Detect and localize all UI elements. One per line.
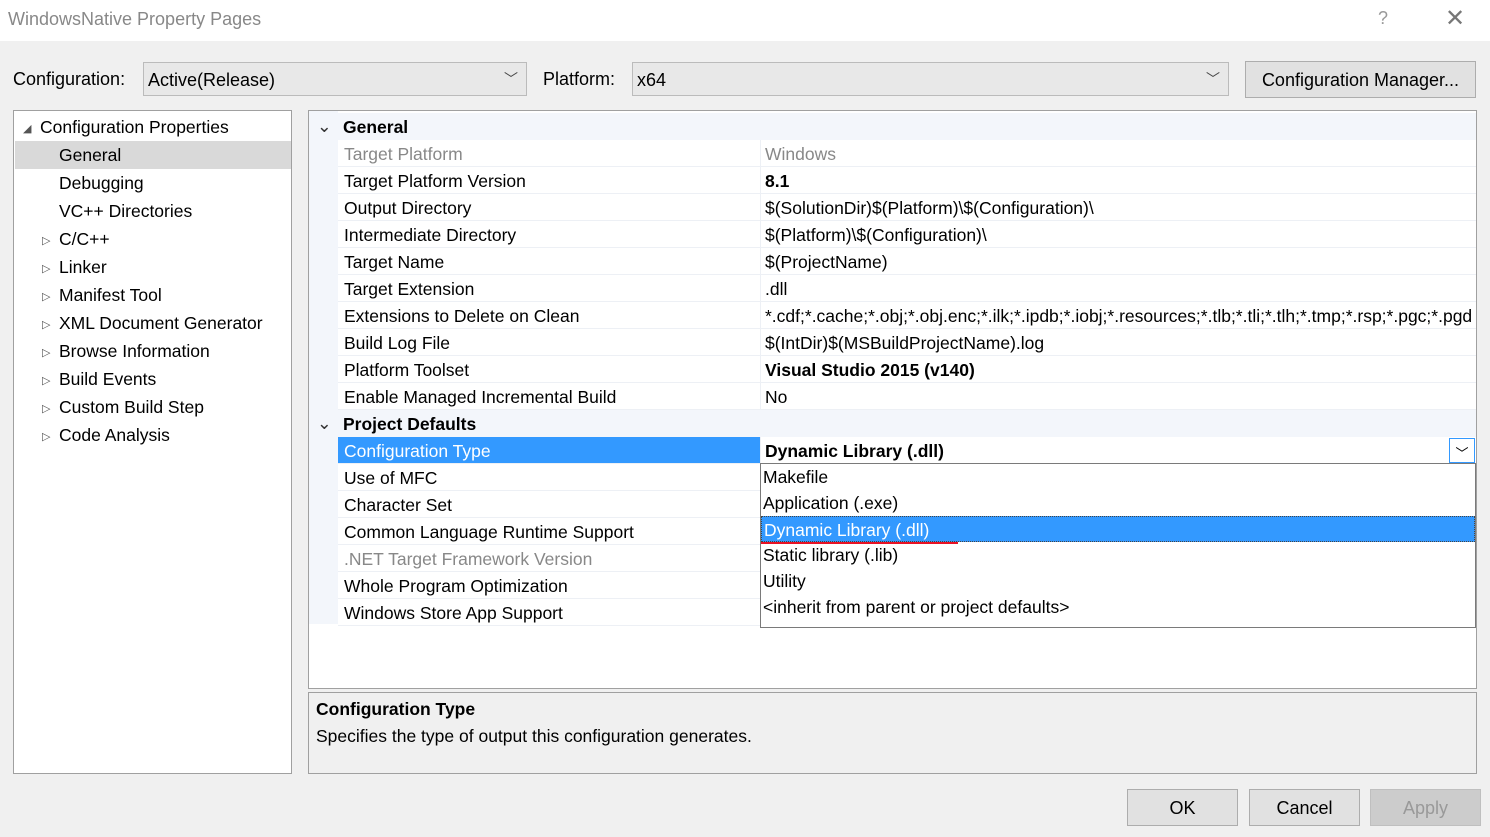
property-value[interactable]: Windows xyxy=(765,144,1475,165)
section-project-defaults[interactable]: ⌄ Project Defaults xyxy=(309,410,1476,437)
tree-item-custom-build-step[interactable]: ▷ Custom Build Step xyxy=(15,393,291,421)
property-name: Target Platform xyxy=(344,144,463,164)
expand-icon: ▷ xyxy=(42,263,51,275)
property-value[interactable]: $(ProjectName) xyxy=(765,252,1475,273)
expand-icon: ▷ xyxy=(42,319,51,331)
configuration-label: Configuration: xyxy=(13,69,126,89)
tree-root[interactable]: ◢ Configuration Properties xyxy=(15,113,291,141)
title-bar: WindowsNative Property Pages ? ✕ xyxy=(0,0,1490,41)
property-row-platform-toolset[interactable]: Platform Toolset Visual Studio 2015 (v140… xyxy=(338,356,1476,383)
property-name: Extensions to Delete on Clean xyxy=(344,306,580,326)
ok-button[interactable]: OK xyxy=(1127,789,1238,826)
dropdown-option-makefile[interactable]: Makefile xyxy=(761,464,1475,490)
tree-item-build-events[interactable]: ▷ Build Events xyxy=(15,365,291,393)
platform-label: Platform: xyxy=(543,69,616,89)
property-name: Intermediate Directory xyxy=(344,225,517,245)
property-value[interactable]: $(Platform)\$(Configuration)\ xyxy=(765,225,1475,246)
tree-item-xml-document-generator[interactable]: ▷ XML Document Generator xyxy=(15,309,291,337)
dropdown-option-inherit-from-parent-or-project-defaults[interactable]: <inherit from parent or project defaults… xyxy=(761,594,1475,620)
chevron-down-icon: ⌄ xyxy=(317,116,332,136)
expand-icon: ▷ xyxy=(42,291,51,303)
tree-item-vc-directories[interactable]: VC++ Directories xyxy=(15,197,291,225)
property-row-extensions-to-delete-on-clean[interactable]: Extensions to Delete on Clean *.cdf;*.cac… xyxy=(338,302,1476,329)
configuration-select[interactable]: Active(Release) ﹀ xyxy=(143,62,527,96)
tree-item-general[interactable]: General xyxy=(15,141,291,169)
property-value[interactable]: Visual Studio 2015 (v140) xyxy=(765,360,1475,381)
property-value[interactable]: .dll xyxy=(765,279,1475,300)
window-title: WindowsNative Property Pages xyxy=(8,9,262,29)
property-name: Enable Managed Incremental Build xyxy=(344,387,617,407)
configuration-type-dropdown[interactable]: Makefile Application (.exe) Dynamic Librar… xyxy=(760,463,1476,628)
property-value[interactable]: $(SolutionDir)$(Platform)\$(Configuratio… xyxy=(765,198,1475,219)
tree-item-browse-information[interactable]: ▷ Browse Information xyxy=(15,337,291,365)
property-tree: ◢ Configuration Properties General Debuggi… xyxy=(13,110,292,774)
property-row-target-platform-version[interactable]: Target Platform Version 8.1 xyxy=(338,167,1476,194)
property-name: Target Name xyxy=(344,252,445,272)
property-value[interactable]: 8.1 xyxy=(765,171,1475,192)
property-value[interactable]: Dynamic Library (.dll) xyxy=(765,441,1475,462)
tree-item-debugging[interactable]: Debugging xyxy=(15,169,291,197)
property-name: Whole Program Optimization xyxy=(344,576,568,596)
section-general[interactable]: ⌄ General xyxy=(309,113,1476,140)
tree-item-manifest-tool[interactable]: ▷ Manifest Tool xyxy=(15,281,291,309)
property-row-configuration-type[interactable]: Configuration Type Dynamic Library (.dll) xyxy=(338,437,1476,464)
property-name: .NET Target Framework Version xyxy=(344,549,593,569)
property-row-build-log-file[interactable]: Build Log File $(IntDir)$(MSBuildProjectN… xyxy=(338,329,1476,356)
description-title: Configuration Type xyxy=(316,699,476,719)
platform-value: x64 xyxy=(637,70,667,90)
description-panel: Configuration Type Specifies the type of… xyxy=(308,692,1477,774)
collapse-icon: ◢ xyxy=(23,123,32,135)
property-name: Use of MFC xyxy=(344,468,438,488)
property-name: Target Extension xyxy=(344,279,475,299)
property-name: Output Directory xyxy=(344,198,472,218)
apply-button[interactable]: Apply xyxy=(1370,789,1481,826)
expand-icon: ▷ xyxy=(42,403,51,415)
dropdown-option-dynamic-library-dll[interactable]: Dynamic Library (.dll) xyxy=(761,516,1475,542)
description-text: Specifies the type of output this config… xyxy=(316,726,752,746)
platform-select[interactable]: x64 ﹀ xyxy=(632,62,1229,96)
close-icon[interactable]: ✕ xyxy=(1445,4,1465,33)
expand-icon: ▷ xyxy=(42,375,51,387)
property-name: Character Set xyxy=(344,495,452,515)
grid-gutter xyxy=(309,111,338,624)
property-name: Configuration Type xyxy=(338,437,760,463)
property-value[interactable]: No xyxy=(765,387,1475,408)
property-row-intermediate-directory[interactable]: Intermediate Directory $(Platform)\$(Conf… xyxy=(338,221,1476,248)
help-icon[interactable]: ? xyxy=(1378,8,1388,29)
chevron-down-icon: ﹀ xyxy=(504,71,518,87)
chevron-down-icon: ﹀ xyxy=(1206,71,1220,87)
property-name: Platform Toolset xyxy=(344,360,470,380)
tree-item-code-analysis[interactable]: ▷ Code Analysis xyxy=(15,421,291,449)
expand-icon: ▷ xyxy=(42,431,51,443)
property-row-output-directory[interactable]: Output Directory $(SolutionDir)$(Platform… xyxy=(338,194,1476,221)
configuration-manager-button[interactable]: Configuration Manager... xyxy=(1245,61,1476,98)
expand-icon: ▷ xyxy=(42,235,51,247)
property-name: Build Log File xyxy=(344,333,451,353)
dropdown-option-utility[interactable]: Utility xyxy=(761,568,1475,594)
tree-item-c-c[interactable]: ▷ C/C++ xyxy=(15,225,291,253)
dropdown-toggle[interactable]: ﹀ xyxy=(1449,438,1475,463)
dropdown-option-static-library-lib[interactable]: Static library (.lib) xyxy=(761,542,1475,568)
property-name: Common Language Runtime Support xyxy=(344,522,634,542)
property-name: Target Platform Version xyxy=(344,171,526,191)
property-value[interactable]: *.cdf;*.cache;*.obj;*.obj.enc;*.ilk;*.ip… xyxy=(765,306,1475,327)
expand-icon: ▷ xyxy=(42,347,51,359)
property-row-enable-managed-incremental-build[interactable]: Enable Managed Incremental Build No xyxy=(338,383,1476,410)
dropdown-option-application-exe[interactable]: Application (.exe) xyxy=(761,490,1475,516)
property-row-target-name[interactable]: Target Name $(ProjectName) xyxy=(338,248,1476,275)
property-name: Windows Store App Support xyxy=(344,603,563,623)
cancel-button[interactable]: Cancel xyxy=(1249,789,1360,826)
tree-item-linker[interactable]: ▷ Linker xyxy=(15,253,291,281)
property-row-target-extension[interactable]: Target Extension .dll xyxy=(338,275,1476,302)
property-row-target-platform[interactable]: Target Platform Windows xyxy=(338,140,1476,167)
chevron-down-icon: ⌄ xyxy=(317,413,332,433)
configuration-value: Active(Release) xyxy=(148,70,276,90)
property-value[interactable]: $(IntDir)$(MSBuildProjectName).log xyxy=(765,333,1475,354)
